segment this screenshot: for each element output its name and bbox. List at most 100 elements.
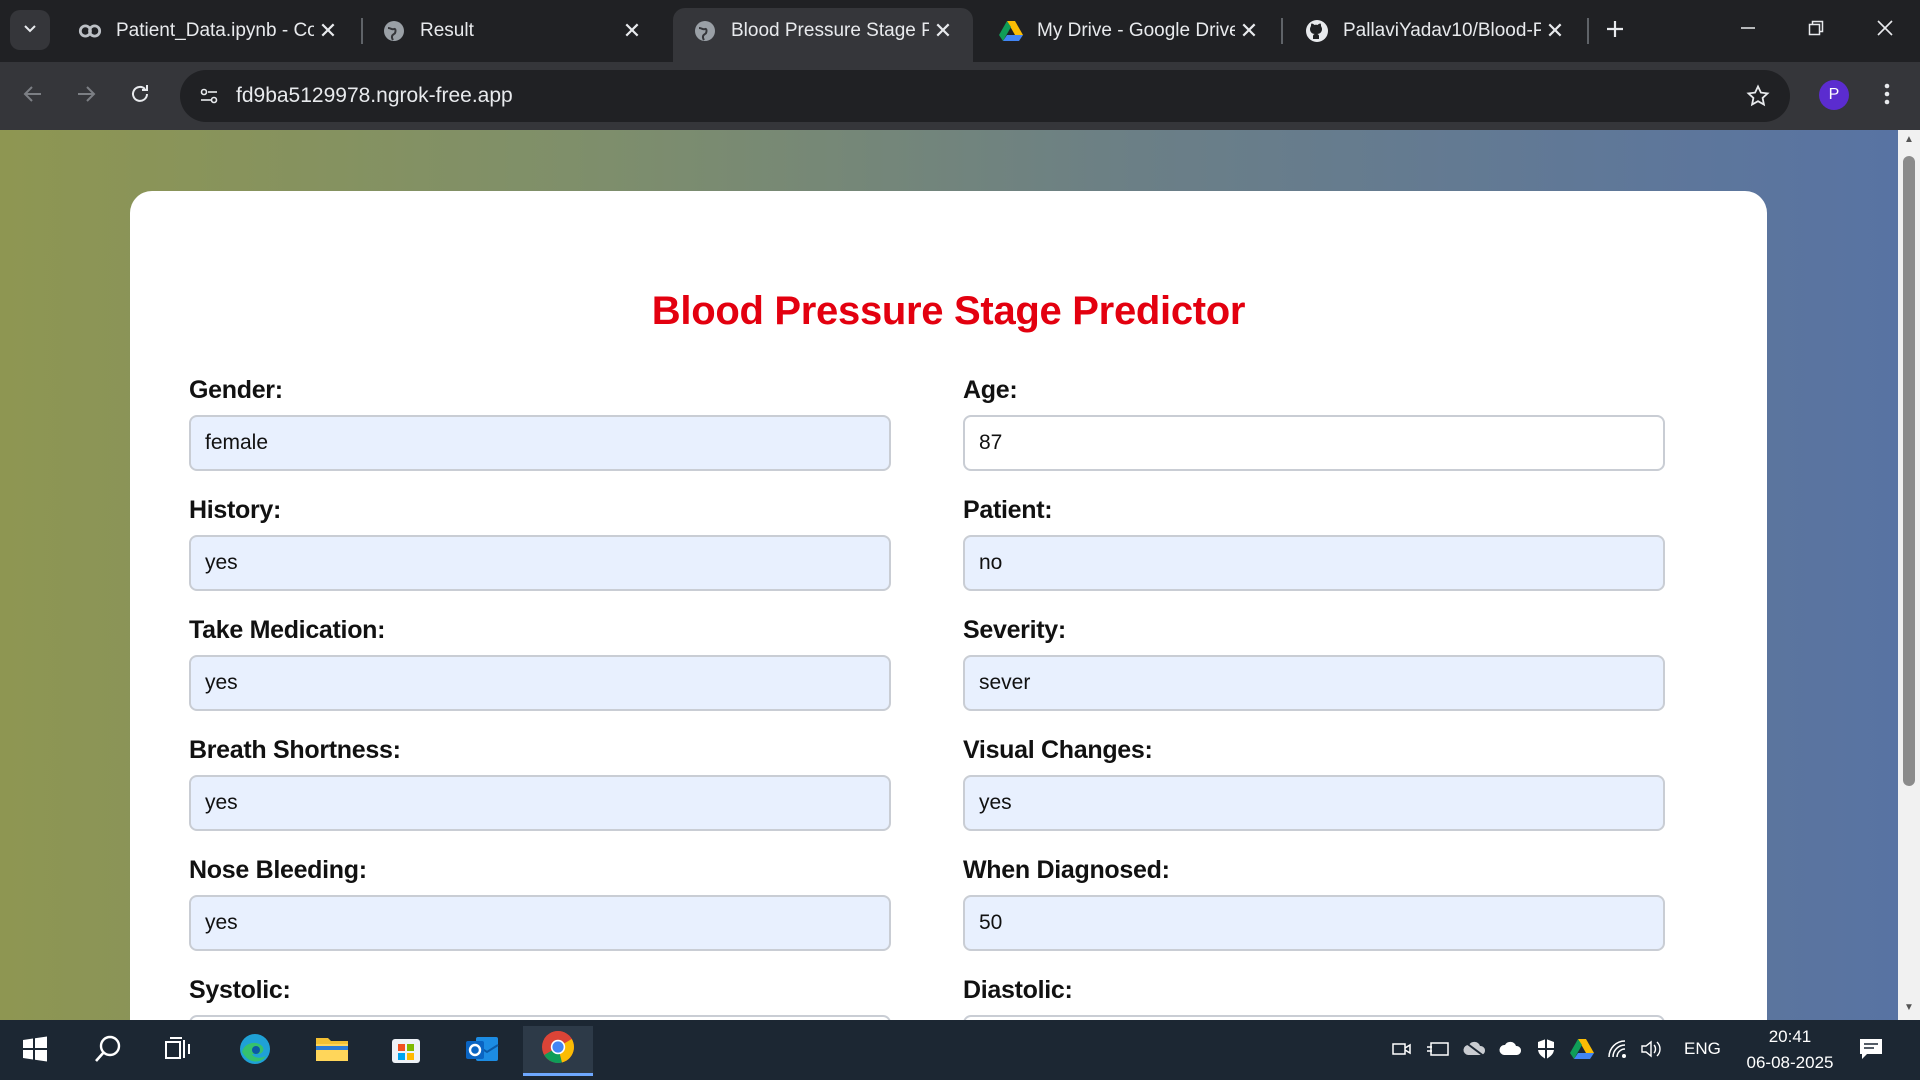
tab-colab[interactable]: Patient_Data.ipynb - Colab ✕ <box>58 8 358 54</box>
tab-result[interactable]: Result ✕ <box>362 8 662 54</box>
close-tab-icon[interactable]: ✕ <box>1235 17 1263 45</box>
scroll-up-icon[interactable]: ▲ <box>1903 134 1915 146</box>
folder-icon <box>315 1035 349 1068</box>
close-tab-icon[interactable]: ✕ <box>314 17 342 45</box>
when-diagnosed-input[interactable] <box>963 895 1665 951</box>
address-bar[interactable]: fd9ba5129978.ngrok-free.app <box>180 70 1790 122</box>
tab-google-drive[interactable]: My Drive - Google Drive ✕ <box>979 8 1279 54</box>
tab-search-button[interactable] <box>10 10 50 50</box>
arrow-left-icon <box>22 83 44 110</box>
minimize-button[interactable] <box>1720 8 1776 52</box>
page-title: Blood Pressure Stage Predictor <box>651 289 1246 333</box>
clock-time: 20:41 <box>1768 1027 1812 1046</box>
forward-button[interactable] <box>66 76 106 116</box>
nose-bleeding-field: Nose Bleeding: <box>189 853 891 951</box>
browser-toolbar: fd9ba5129978.ngrok-free.app P <box>0 62 1920 130</box>
clock[interactable]: 20:41 06-08-2025 <box>1735 1024 1845 1076</box>
tab-title: My Drive - Google Drive <box>1037 20 1235 41</box>
breath-shortness-field: Breath Shortness: <box>189 733 891 831</box>
tablet-icon[interactable] <box>1424 1034 1452 1064</box>
close-icon <box>1876 19 1894 42</box>
visual-changes-input[interactable] <box>963 775 1665 831</box>
close-window-button[interactable] <box>1857 8 1913 52</box>
reload-button[interactable] <box>120 76 160 116</box>
history-input[interactable] <box>189 535 891 591</box>
field-label: Nose Bleeding: <box>189 856 367 884</box>
take-medication-field: Take Medication: <box>189 613 891 711</box>
security-shield-icon[interactable] <box>1532 1034 1560 1064</box>
start-button[interactable] <box>5 1026 65 1076</box>
visual-changes-field: Visual Changes: <box>963 733 1665 831</box>
chrome-app[interactable] <box>523 1026 593 1076</box>
windows-taskbar: ENG 20:41 06-08-2025 <box>0 1020 1920 1080</box>
restore-button[interactable] <box>1788 8 1844 52</box>
language-indicator[interactable]: ENG <box>1684 1039 1721 1059</box>
github-icon <box>1305 19 1329 43</box>
onedrive-icon[interactable] <box>1497 1034 1525 1064</box>
microsoft-store-app[interactable] <box>376 1026 436 1076</box>
close-tab-icon[interactable]: ✕ <box>618 17 646 45</box>
back-button[interactable] <box>13 76 53 116</box>
edge-app[interactable] <box>225 1026 285 1076</box>
field-label: Systolic: <box>189 976 291 1004</box>
field-label: Breath Shortness: <box>189 736 401 764</box>
google-drive-tray-icon[interactable] <box>1568 1034 1596 1064</box>
windows-logo-icon <box>22 1036 48 1067</box>
globe-icon <box>382 19 406 43</box>
file-explorer-app[interactable] <box>302 1026 362 1076</box>
cloud-offline-icon[interactable] <box>1461 1034 1489 1064</box>
task-view-button[interactable] <box>148 1026 208 1076</box>
search-icon <box>93 1034 123 1069</box>
bookmark-star-icon[interactable] <box>1744 82 1772 110</box>
tab-divider <box>1281 18 1283 44</box>
profile-avatar[interactable]: P <box>1819 80 1849 110</box>
outlook-app[interactable] <box>452 1026 512 1076</box>
patient-input[interactable] <box>963 535 1665 591</box>
field-label: Gender: <box>189 376 283 404</box>
field-label: When Diagnosed: <box>963 856 1170 884</box>
notifications-icon[interactable] <box>1857 1034 1885 1064</box>
form-card: Blood Pressure Stage Predictor Gender: A… <box>130 191 1767 1020</box>
scroll-down-icon[interactable]: ▼ <box>1903 1002 1915 1014</box>
age-input[interactable] <box>963 415 1665 471</box>
page-scrollbar[interactable]: ▲ ▼ <box>1898 130 1920 1020</box>
site-settings-icon[interactable] <box>194 81 224 111</box>
nose-bleeding-input[interactable] <box>189 895 891 951</box>
task-view-icon <box>164 1036 192 1067</box>
age-field: Age: <box>963 373 1665 471</box>
outlook-icon <box>464 1033 500 1070</box>
tab-strip: Patient_Data.ipynb - Colab ✕ Result ✕ Bl… <box>0 0 1920 62</box>
minimize-icon <box>1740 20 1756 41</box>
tab-title: Result <box>420 20 474 41</box>
edge-icon <box>238 1032 272 1071</box>
reload-icon <box>129 83 151 110</box>
restore-icon <box>1808 20 1824 41</box>
meet-now-icon[interactable] <box>1388 1034 1416 1064</box>
field-label: Age: <box>963 376 1018 404</box>
colab-icon <box>78 19 102 43</box>
google-drive-icon <box>999 19 1023 43</box>
field-label: Patient: <box>963 496 1053 524</box>
wifi-icon[interactable] <box>1604 1034 1632 1064</box>
scrollbar-thumb[interactable] <box>1903 156 1915 786</box>
take-medication-input[interactable] <box>189 655 891 711</box>
tab-github[interactable]: PallaviYadav10/Blood-Pressure ✕ <box>1285 8 1585 54</box>
systolic-field: Systolic: <box>189 973 891 1020</box>
field-label: Diastolic: <box>963 976 1073 1004</box>
url-text[interactable]: fd9ba5129978.ngrok-free.app <box>236 84 513 108</box>
search-button[interactable] <box>78 1026 138 1076</box>
close-tab-icon[interactable]: ✕ <box>929 17 957 45</box>
gender-field: Gender: <box>189 373 891 471</box>
field-label: Take Medication: <box>189 616 386 644</box>
volume-icon[interactable] <box>1638 1034 1666 1064</box>
breath-shortness-input[interactable] <box>189 775 891 831</box>
when-diagnosed-field: When Diagnosed: <box>963 853 1665 951</box>
new-tab-button[interactable] <box>1597 12 1633 48</box>
severity-input[interactable] <box>963 655 1665 711</box>
close-tab-icon[interactable]: ✕ <box>1541 17 1569 45</box>
menu-button[interactable] <box>1872 76 1902 116</box>
tab-blood-pressure[interactable]: Blood Pressure Stage Predictor ✕ <box>673 8 973 62</box>
store-icon <box>390 1033 422 1070</box>
gender-input[interactable] <box>189 415 891 471</box>
diastolic-field: Diastolic: <box>963 973 1665 1020</box>
